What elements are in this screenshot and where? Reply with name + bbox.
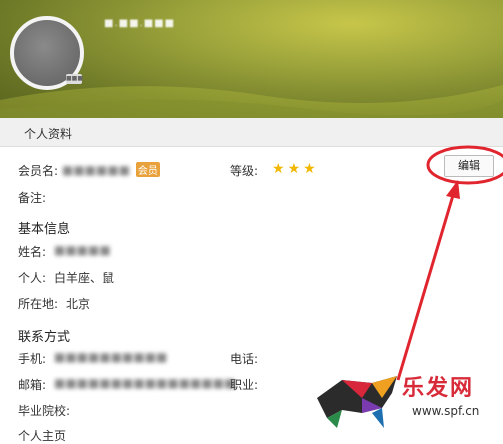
phone-value: ■■■■■■■■■■ [54, 350, 168, 364]
email-value: ■■■■■■■■■■■■■■■■ [54, 376, 236, 390]
homepage-label: 个人主页 [18, 429, 67, 443]
location-value: 北京 [66, 297, 91, 311]
watermark-logo-text: 乐发网 [402, 376, 475, 401]
phone-label: 手机: [18, 352, 47, 366]
name-value: ■■■■■ [54, 243, 111, 257]
watermark-url: www.spf.cn [412, 404, 480, 418]
contact-heading: 联系方式 [18, 330, 71, 345]
note-label: 备注: [18, 191, 47, 205]
personal-value: 白羊座、鼠 [54, 271, 115, 285]
email-label: 邮箱: [18, 378, 47, 392]
personal-label: 个人: [18, 271, 47, 285]
name-label: 姓名: [18, 245, 47, 259]
school-label: 毕业院校: [18, 404, 71, 418]
bull-logo-icon [317, 376, 397, 428]
tel-label: 电话: [230, 352, 259, 366]
job-label: 职业: [230, 378, 259, 392]
basic-info-heading: 基本信息 [18, 222, 71, 237]
location-label: 所在地: [18, 297, 59, 311]
